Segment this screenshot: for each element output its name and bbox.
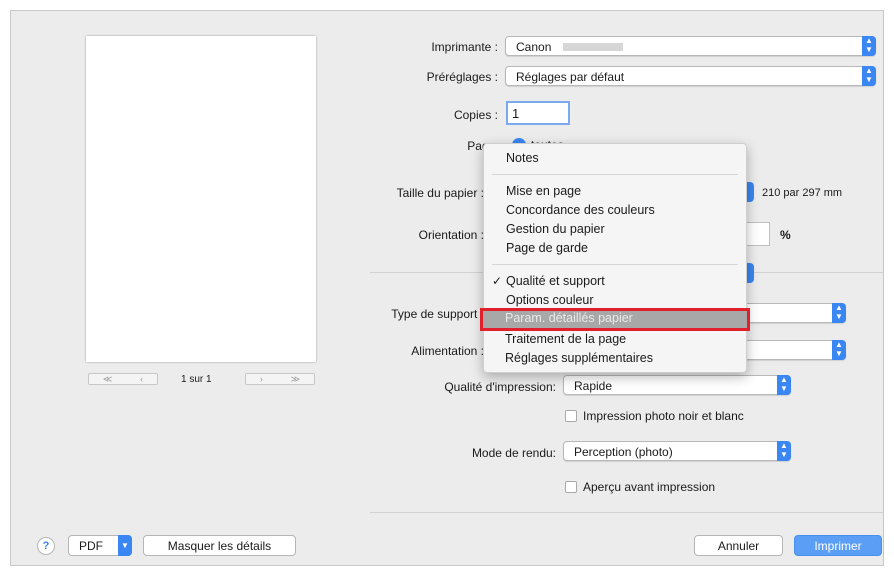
paper-source-label: Alimentation :: [411, 344, 484, 358]
first-page-button[interactable]: ≪: [103, 374, 112, 385]
printer-value: Canon: [516, 40, 552, 54]
presets-select[interactable]: Réglages par défaut ▲ ▼: [505, 66, 876, 86]
menu-item-notes[interactable]: Notes: [506, 151, 539, 165]
next-page-button[interactable]: ›: [260, 374, 263, 384]
menu-item-cover-page[interactable]: Page de garde: [506, 241, 588, 255]
prev-page-button[interactable]: ‹: [140, 374, 143, 384]
preview-before-print-checkbox[interactable]: [565, 481, 577, 493]
bw-photo-label: Impression photo noir et blanc: [583, 409, 744, 423]
menu-item-paper-handling[interactable]: Gestion du papier: [506, 222, 605, 236]
cancel-button[interactable]: Annuler: [694, 535, 783, 556]
chevron-updown-icon: ▲ ▼: [862, 36, 876, 56]
printer-model-blurred: [563, 43, 623, 51]
checkmark-icon: ✓: [492, 274, 503, 288]
copies-label: Copies :: [453, 108, 498, 122]
menu-item-page-processing[interactable]: Traitement de la page: [505, 332, 626, 346]
chevron-down-icon: ▼: [118, 535, 132, 556]
render-mode-select[interactable]: Perception (photo) ▲ ▼: [563, 441, 791, 461]
menu-separator: [492, 174, 738, 175]
chevron-updown-icon: ▲ ▼: [832, 303, 846, 323]
preview-before-print-label: Aperçu avant impression: [583, 480, 716, 494]
preview-nav-left[interactable]: ≪ ‹: [88, 373, 158, 385]
paper-size-label: Taille du papier :: [396, 186, 484, 200]
paper-size-dimensions: 210 par 297 mm: [762, 187, 843, 199]
printer-label: Imprimante :: [431, 40, 498, 54]
help-button[interactable]: ?: [37, 537, 55, 555]
copies-value: 1: [512, 106, 520, 121]
print-quality-label: Qualité d'impression:: [444, 380, 556, 394]
presets-value: Réglages par défaut: [516, 70, 625, 84]
render-mode-value: Perception (photo): [574, 445, 673, 459]
last-page-button[interactable]: ≫: [291, 374, 300, 385]
menu-item-page-setup[interactable]: Mise en page: [506, 184, 581, 198]
print-quality-select[interactable]: Rapide ▲ ▼: [563, 375, 791, 395]
orientation-label: Orientation :: [418, 228, 484, 242]
highlight-box: [480, 308, 750, 331]
copies-field[interactable]: 1: [506, 101, 570, 125]
menu-item-additional-settings[interactable]: Réglages supplémentaires: [505, 351, 653, 365]
menu-separator: [492, 264, 738, 265]
chevron-updown-icon: ▲ ▼: [777, 375, 791, 395]
divider: [370, 512, 883, 513]
page-counter: 1 sur 1: [181, 374, 212, 385]
print-button[interactable]: Imprimer: [794, 535, 882, 556]
pdf-button[interactable]: PDF ▼: [68, 535, 132, 556]
pdf-label: PDF: [79, 538, 103, 553]
render-mode-label: Mode de rendu:: [471, 446, 556, 460]
chevron-updown-icon: ▲ ▼: [777, 441, 791, 461]
chevron-updown-icon: ▲ ▼: [832, 340, 846, 360]
page-preview: [86, 36, 316, 362]
hide-details-button[interactable]: Masquer les détails: [143, 535, 296, 556]
bw-photo-checkbox[interactable]: [565, 410, 577, 422]
menu-item-color-options[interactable]: Options couleur: [506, 293, 594, 307]
chevron-updown-icon: ▲ ▼: [862, 66, 876, 86]
printer-select[interactable]: Canon ▲ ▼: [505, 36, 876, 56]
preview-nav-right[interactable]: › ≫: [245, 373, 315, 385]
presets-label: Préréglages :: [426, 70, 498, 84]
print-quality-value: Rapide: [574, 379, 613, 393]
paper-source-select[interactable]: ▲ ▼: [740, 340, 846, 360]
menu-item-quality-media[interactable]: Qualité et support: [506, 274, 605, 288]
scale-field[interactable]: [746, 222, 770, 246]
media-type-select[interactable]: ▲ ▼: [740, 303, 846, 323]
menu-item-color-matching[interactable]: Concordance des couleurs: [506, 203, 655, 217]
scale-unit: %: [780, 228, 791, 242]
media-type-label: Type de support :: [391, 307, 484, 321]
